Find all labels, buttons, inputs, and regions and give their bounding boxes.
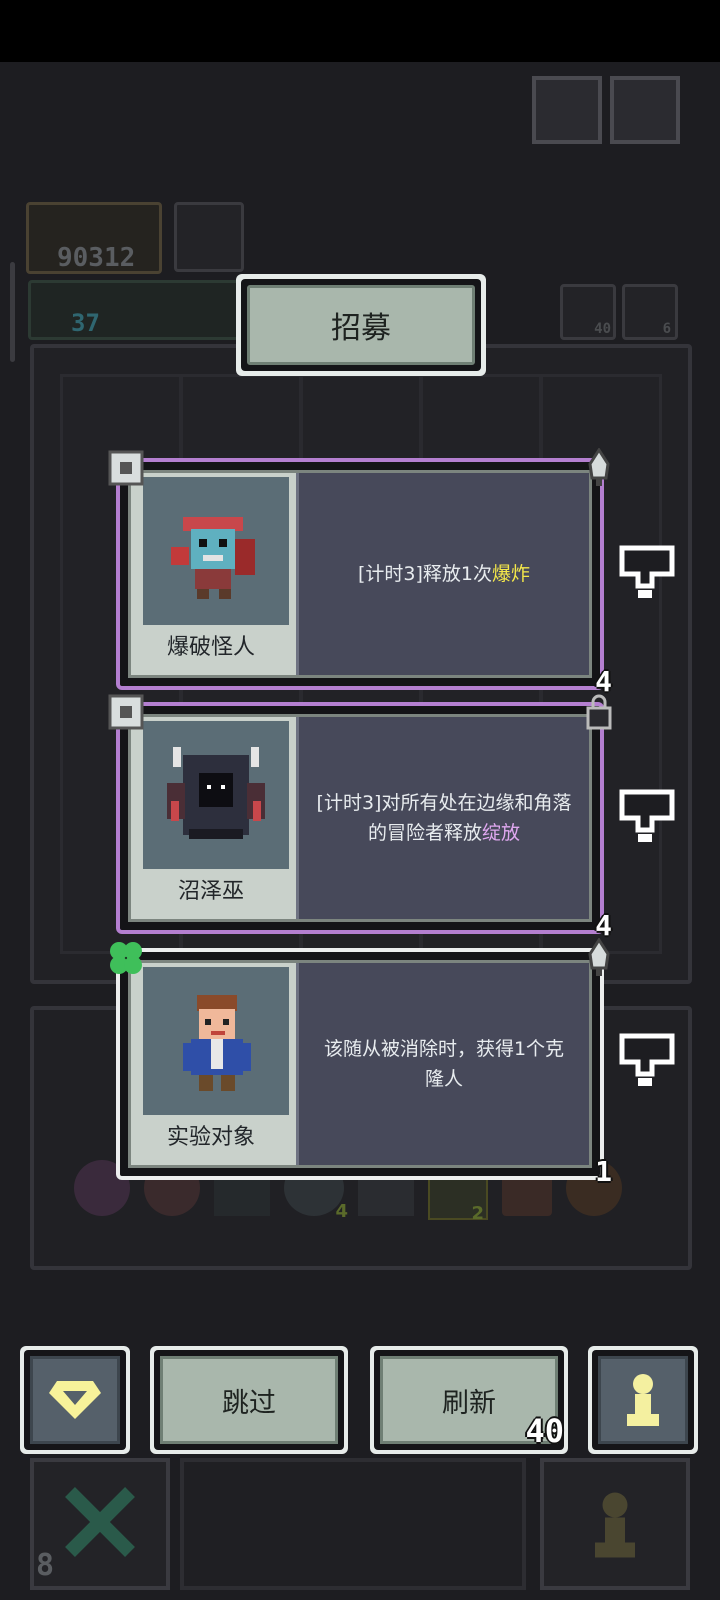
gem-button[interactable] <box>20 1346 130 1454</box>
slot-a-count: 40 <box>594 321 611 337</box>
slot-b-box: 6 <box>622 284 678 340</box>
skip-label: 跳过 <box>160 1356 338 1444</box>
swamp-witch-icon <box>167 747 265 839</box>
refresh-button[interactable]: 刷新 40 <box>370 1346 568 1454</box>
card-description: [计时3]释放1次爆炸 <box>296 473 589 675</box>
info-button-2[interactable] <box>618 788 676 846</box>
status-bar <box>0 0 720 62</box>
game-screen: 90312 37 40 6 4 2 招募 爆破怪人 [计时3]释放1次爆炸 4 … <box>0 62 720 1600</box>
card-name: 实验对象 <box>166 1125 255 1150</box>
info-button-3[interactable] <box>618 1032 676 1090</box>
recruit-card-2[interactable]: 沼泽巫 [计时3]对所有处在边缘和角落的冒险者释放绽放 4 <box>108 694 612 942</box>
gem-count: 37 <box>71 309 100 337</box>
info-button-1[interactable] <box>618 544 676 602</box>
skip-button[interactable]: 跳过 <box>150 1346 348 1454</box>
followers-button[interactable] <box>588 1346 698 1454</box>
side-scroll-indicator <box>10 262 15 362</box>
refresh-cost: 40 <box>525 1412 564 1450</box>
card-description: 该随从被消除时，获得1个克隆人 <box>296 963 589 1165</box>
slot-b-count: 6 <box>662 321 671 337</box>
pawn-icon <box>627 1374 659 1426</box>
lock-icon <box>586 694 612 730</box>
close-icon <box>65 1487 135 1557</box>
card-portrait <box>143 477 289 625</box>
desc-text: [计时3]对所有处在边缘和角落的冒险者释放 <box>316 792 572 844</box>
pawn-icon-dim <box>595 1492 635 1558</box>
x-frame-icon <box>108 450 144 486</box>
gold-amount: 90312 <box>57 243 136 273</box>
bottom-center-dim <box>180 1458 526 1590</box>
hidden-count: 8 <box>36 1548 55 1583</box>
slot-a-box: 40 <box>560 284 616 340</box>
page-title: 招募 <box>247 285 475 365</box>
dagger-icon <box>588 938 610 976</box>
gold-panel: 90312 <box>26 202 162 274</box>
card-portrait <box>143 721 289 869</box>
desc-text: 该随从被消除时，获得1个克隆人 <box>323 1038 565 1090</box>
gem-icon <box>49 1381 101 1419</box>
card-level: 1 <box>595 1155 612 1188</box>
dagger-icon <box>588 448 610 486</box>
card-description: [计时3]对所有处在边缘和角落的冒险者释放绽放 <box>296 717 589 919</box>
settings-button-dim[interactable] <box>610 76 680 144</box>
card-name: 沼泽巫 <box>177 879 244 904</box>
pawn-button-dim[interactable] <box>540 1458 690 1590</box>
card-name: 爆破怪人 <box>166 635 255 660</box>
test-subject-icon <box>183 995 251 1091</box>
recruit-card-1[interactable]: 爆破怪人 [计时3]释放1次爆炸 4 <box>108 448 612 698</box>
recruit-card-3[interactable]: 实验对象 该随从被消除时，获得1个克隆人 1 <box>110 938 612 1188</box>
clover-icon <box>110 942 142 974</box>
desc-keyword: 绽放 <box>482 822 521 844</box>
desc-text: [计时3]释放1次 <box>357 563 492 585</box>
card-portrait <box>143 967 289 1115</box>
desc-keyword: 爆炸 <box>492 563 531 585</box>
robot-badge: 2 <box>471 1203 484 1224</box>
x-frame-icon <box>108 694 144 730</box>
blaster-monster-icon <box>171 517 255 599</box>
clone-panel <box>174 202 244 272</box>
title-frame: 招募 <box>236 274 486 376</box>
help-button-dim[interactable] <box>532 76 602 144</box>
planet-badge: 4 <box>335 1201 348 1222</box>
